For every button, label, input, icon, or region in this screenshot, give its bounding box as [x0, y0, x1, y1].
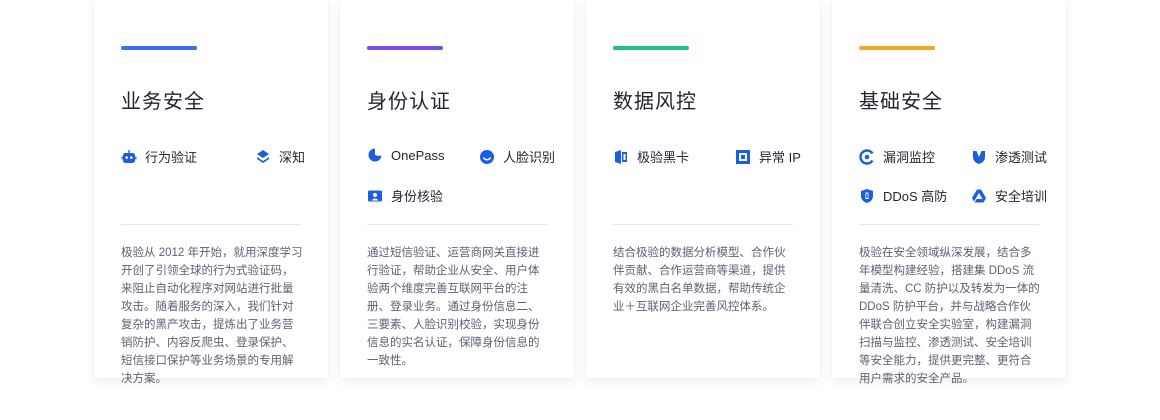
product-onepass[interactable]: OnePass [367, 147, 444, 163]
layers-icon [255, 149, 271, 165]
basic-security-card: 基础安全 漏洞监控 渗透测试 DDoS 高防 安全培训 极验在安全领域纵深发展，… [832, 0, 1066, 385]
product-ddos-protection[interactable]: DDoS 高防 [859, 186, 947, 205]
triangle-drive-icon [971, 188, 987, 204]
product-identity-verification[interactable]: 身份核验 [367, 186, 443, 205]
card-accent-bar [859, 46, 935, 50]
product-label: 异常 IP [759, 150, 801, 165]
product-label: 行为验证 [145, 150, 198, 165]
product-label: 身份核验 [391, 189, 444, 204]
card-description: 极验在安全领域纵深发展，结合多年模型构建经验，搭建集 DDoS 流量清洗、CC … [859, 247, 1040, 385]
card-title: 业务安全 [121, 91, 205, 113]
data-risk-control-card: 数据风控 极验黑卡 异常 IP 结合极验的数据分析模型、合作伙伴贡献、合作运营商… [586, 0, 820, 378]
product-label: 渗透测试 [995, 150, 1048, 165]
black-card-icon [613, 149, 629, 165]
onepass-icon [367, 147, 383, 163]
product-label: 漏洞监控 [883, 150, 936, 165]
shield-icon [971, 149, 987, 165]
card-title: 数据风控 [613, 91, 697, 113]
product-label: 深知 [279, 150, 306, 165]
product-security-training[interactable]: 安全培训 [971, 186, 1047, 205]
product-behavior-verification[interactable]: 行为验证 [121, 147, 197, 166]
robot-icon [121, 149, 137, 165]
card-divider [859, 224, 1039, 225]
product-face-recognition[interactable]: 人脸识别 [479, 147, 555, 166]
product-label: 安全培训 [995, 189, 1048, 204]
product-label: 极验黑卡 [637, 150, 690, 165]
card-description: 结合极验的数据分析模型、合作伙伴贡献、合作运营商等渠道，提供有效的黑白名单数据，… [613, 247, 786, 313]
product-abnormal-ip[interactable]: 异常 IP [735, 147, 801, 166]
product-label: OnePass [391, 147, 445, 163]
identity-auth-card: 身份认证 OnePass 人脸识别 身份核验 通过短信验证、运营商网关直接进行验… [340, 0, 574, 378]
product-penetration-test[interactable]: 渗透测试 [971, 147, 1047, 166]
product-vulnerability-monitoring[interactable]: 漏洞监控 [859, 147, 935, 166]
card-title: 身份认证 [367, 91, 451, 113]
business-security-card: 业务安全 行为验证 深知 极验从 2012 年开始，就用深度学习开创了引领全球的… [94, 0, 328, 385]
product-label: DDoS 高防 [883, 189, 948, 204]
product-label: 人脸识别 [503, 150, 556, 165]
product-black-card[interactable]: 极验黑卡 [613, 147, 689, 166]
abnormal-ip-icon [735, 149, 751, 165]
card-accent-bar [121, 46, 197, 50]
card-description: 极验从 2012 年开始，就用深度学习开创了引领全球的行为式验证码，来阻止自动化… [121, 247, 303, 385]
smile-face-icon [479, 149, 495, 165]
card-divider [367, 224, 547, 225]
card-divider [613, 224, 793, 225]
card-divider [121, 224, 301, 225]
card-accent-bar [613, 46, 689, 50]
id-card-icon [367, 188, 383, 204]
monitor-icon [859, 148, 875, 165]
card-accent-bar [367, 46, 443, 50]
product-shenzhi[interactable]: 深知 [255, 147, 305, 166]
card-title: 基础安全 [859, 91, 943, 113]
card-description: 通过短信验证、运营商网关直接进行验证，帮助企业从安全、用户体验两个维度完善互联网… [367, 247, 540, 367]
ddos-shield-icon [859, 188, 875, 204]
